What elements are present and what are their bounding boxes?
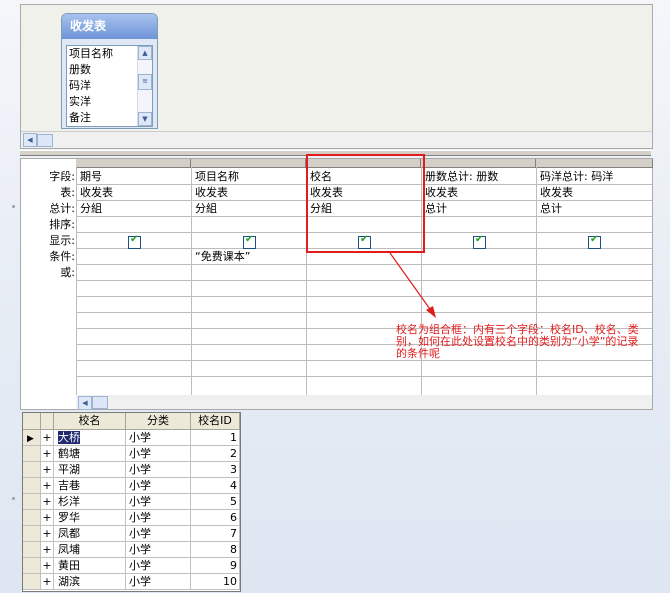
- school-name-text: 平湖: [58, 463, 80, 476]
- school-name-cell[interactable]: 鹤塘: [54, 446, 126, 462]
- school-id-cell[interactable]: 5: [191, 494, 240, 510]
- annotation-note: 校名为组合框：内有三个字段：校名ID、校名、类别，如何在此处设置校名中的类别为“…: [396, 323, 639, 360]
- school-name-cell[interactable]: 大桥: [54, 430, 126, 446]
- school-name-cell[interactable]: 平湖: [54, 462, 126, 478]
- school-id-cell[interactable]: 10: [191, 574, 240, 590]
- school-name-text: 大桥: [58, 431, 80, 444]
- school-name-text: 罗华: [58, 511, 80, 524]
- expand-header: [41, 413, 54, 430]
- school-name-cell[interactable]: 黄田: [54, 558, 126, 574]
- expand-toggle[interactable]: +: [41, 542, 54, 558]
- record-selector[interactable]: [23, 446, 41, 462]
- category-cell[interactable]: 小学: [126, 446, 191, 462]
- record-selector[interactable]: ▶: [23, 430, 41, 446]
- school-name-text: 凤埔: [58, 543, 80, 556]
- school-name-cell[interactable]: 罗华: [54, 510, 126, 526]
- record-selector[interactable]: [23, 478, 41, 494]
- category-cell[interactable]: 小学: [126, 558, 191, 574]
- lookup-datasheet: 校名 分类 校名ID ▶ + 大桥 小学 1 + 鹤塘 小学 2 + 平湖 小学 3 + 吉巷 小学 4 + 杉洋小…: [22, 412, 241, 592]
- category-cell[interactable]: 小学: [126, 510, 191, 526]
- expand-toggle[interactable]: +: [41, 510, 54, 526]
- expand-toggle[interactable]: +: [41, 574, 54, 590]
- record-selector[interactable]: [23, 494, 41, 510]
- school-id-cell[interactable]: 1: [191, 430, 240, 446]
- category-cell[interactable]: 小学: [126, 542, 191, 558]
- school-name-text: 吉巷: [58, 479, 80, 492]
- school-name-text: 鹤塘: [58, 447, 80, 460]
- expand-toggle[interactable]: +: [41, 558, 54, 574]
- record-selector[interactable]: [23, 526, 41, 542]
- expand-toggle[interactable]: +: [41, 430, 54, 446]
- school-id-cell[interactable]: 6: [191, 510, 240, 526]
- school-id-cell[interactable]: 2: [191, 446, 240, 462]
- school-name-cell[interactable]: 凤都: [54, 526, 126, 542]
- category-cell[interactable]: 小学: [126, 462, 191, 478]
- school-id-cell[interactable]: 7: [191, 526, 240, 542]
- category-cell[interactable]: 小学: [126, 494, 191, 510]
- school-name-text: 凤都: [58, 527, 80, 540]
- record-selector[interactable]: [23, 558, 41, 574]
- school-name-text: 湖滨: [58, 575, 80, 588]
- school-name-cell[interactable]: 湖滨: [54, 574, 126, 590]
- category-cell[interactable]: 小学: [126, 574, 191, 590]
- expand-toggle[interactable]: +: [41, 526, 54, 542]
- school-name-cell[interactable]: 吉巷: [54, 478, 126, 494]
- school-id-cell[interactable]: 9: [191, 558, 240, 574]
- school-name-text: 杉洋: [58, 495, 80, 508]
- arrow-head-icon: [426, 306, 436, 318]
- school-name-cell[interactable]: 凤埔: [54, 542, 126, 558]
- category-cell[interactable]: 小学: [126, 430, 191, 446]
- record-selector[interactable]: [23, 542, 41, 558]
- expand-toggle[interactable]: +: [41, 494, 54, 510]
- record-selector[interactable]: [23, 462, 41, 478]
- record-selector[interactable]: [23, 574, 41, 590]
- school-id-cell[interactable]: 8: [191, 542, 240, 558]
- column-header[interactable]: 分类: [126, 413, 191, 430]
- school-id-cell[interactable]: 4: [191, 478, 240, 494]
- expand-toggle[interactable]: +: [41, 462, 54, 478]
- record-selector[interactable]: [23, 510, 41, 526]
- column-header[interactable]: 校名: [54, 413, 126, 430]
- school-name-cell[interactable]: 杉洋: [54, 494, 126, 510]
- arrow-line: [389, 252, 433, 313]
- expand-toggle[interactable]: +: [41, 446, 54, 462]
- corner-header[interactable]: [23, 413, 41, 430]
- column-header[interactable]: 校名ID: [191, 413, 240, 430]
- record-pointer-icon: ▶: [27, 434, 34, 444]
- expand-toggle[interactable]: +: [41, 478, 54, 494]
- school-id-cell[interactable]: 3: [191, 462, 240, 478]
- school-name-text: 黄田: [58, 559, 80, 572]
- category-cell[interactable]: 小学: [126, 478, 191, 494]
- category-cell[interactable]: 小学: [126, 526, 191, 542]
